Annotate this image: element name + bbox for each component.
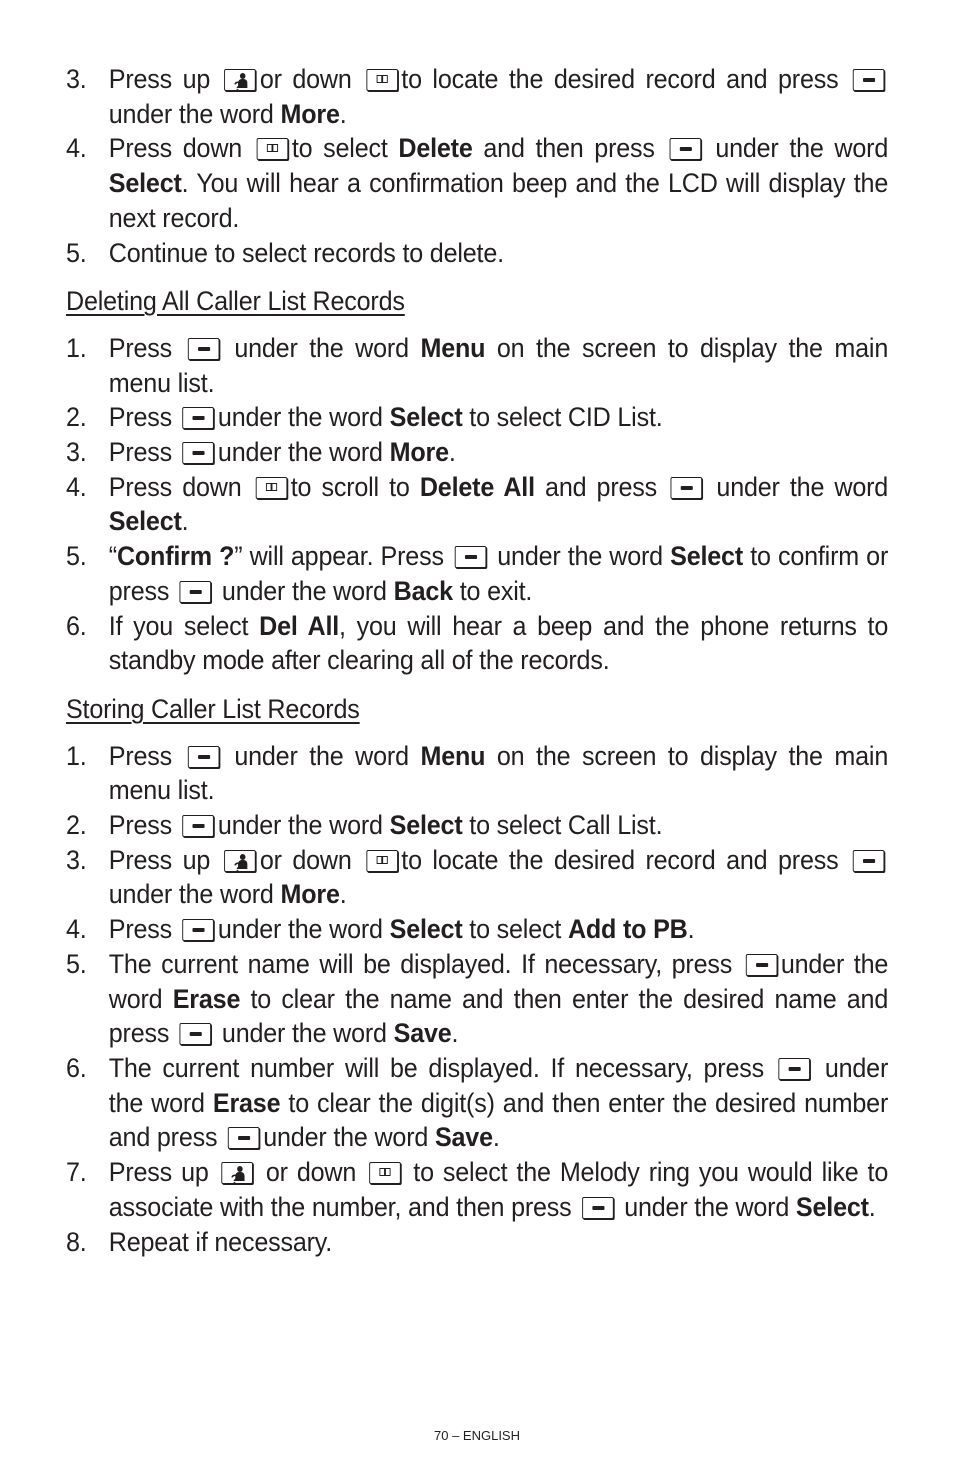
down-key-icon [368,1162,401,1185]
list-item: 2. Press under the word Select to select … [66,810,663,841]
list-item: 2. Press under the word Select to select … [66,402,663,433]
up-key-icon: ? [224,69,257,94]
page-footer: 70 – ENGLISH [434,1428,520,1443]
list-item: 5. Continue to select records to delete. [66,237,504,268]
soft-key-icon [778,1057,811,1080]
list-item: 3. Press up ? or down to locate the desire… [66,843,888,912]
soft-key-icon [454,546,487,569]
soft-key-icon [179,1023,212,1046]
soft-key-icon [582,1196,614,1219]
section-heading-delete-all: Deleting All Caller List Records [66,286,405,317]
soft-key-icon [182,442,215,465]
down-key-icon [365,849,398,872]
storing-steps: 1. Press under the word Menu on the scree… [66,739,888,1260]
soft-key-icon [182,815,215,838]
up-key-icon: ? [224,849,257,875]
soft-key-icon [852,69,885,91]
list-item: 6. If you select Del All, you will hear a… [66,610,889,676]
manual-page: 3. Press up ? or down to locate the desire… [66,62,888,1259]
soft-key-icon [227,1127,260,1150]
soft-key-icon [187,745,219,768]
down-key-icon [255,476,288,499]
soft-key-icon [745,953,778,976]
list-item: 1. Press under the word Menu on the scree… [66,740,889,806]
instruction-list-continued: 3. Press up ? or down to locate the desire… [66,62,888,270]
soft-key-icon [187,337,219,360]
list-item: 3. Press up ? or down to locate the desire… [66,62,888,131]
delete-all-steps: 1. Press under the word Menu on the scree… [66,331,888,678]
down-key-icon [256,138,289,161]
soft-key-icon [670,476,703,499]
soft-key-icon [182,919,215,942]
section-heading-storing: Storing Caller List Records [66,693,360,724]
list-item: 5. The current name will be displayed. If… [66,948,889,1049]
soft-key-icon [182,407,215,430]
up-key-icon: ? [221,1162,254,1187]
list-item: 4. Press down to scroll to Delete All and… [66,471,889,537]
down-key-icon [365,69,398,91]
list-item: 5. “Confirm ?” will appear. Press under t… [66,541,889,606]
soft-key-icon [852,849,885,872]
soft-key-icon [179,580,212,603]
list-item: 4. Press down to select Delete and then p… [66,133,889,233]
soft-key-icon [669,138,701,161]
list-item: 8. Repeat if necessary. [66,1226,333,1257]
list-item: 7. Press up ? or down to select the Melod… [66,1157,889,1222]
list-item: 1. Press under the word Menu on the scree… [66,332,889,398]
list-item: 3. Press under the word More. [66,437,456,468]
list-item: 4. Press under the word Select to select … [66,914,695,945]
list-item: 6. The current number will be displayed. … [66,1052,889,1153]
